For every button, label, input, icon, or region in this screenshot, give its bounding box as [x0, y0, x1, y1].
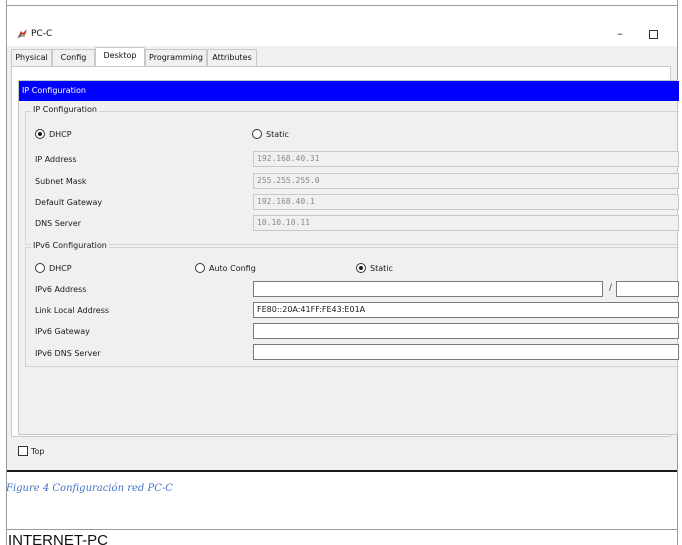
ipv6-group-border-left	[25, 247, 26, 366]
document-divider	[6, 529, 678, 530]
ipv4-dhcp-label: DHCP	[49, 129, 72, 139]
ipv6-dns-server-field[interactable]	[253, 344, 679, 360]
tab-physical[interactable]: Physical	[11, 49, 52, 66]
ip-address-label: IP Address	[35, 155, 77, 164]
tab-config[interactable]: Config	[52, 49, 95, 66]
top-checkbox[interactable]: Top	[18, 446, 45, 456]
ipv4-static-label: Static	[266, 129, 289, 139]
tab-attributes[interactable]: Attributes	[207, 49, 257, 66]
default-gateway-field[interactable]: 192.168.40.1	[253, 194, 679, 210]
ipv6-auto-config-radio[interactable]: Auto Config	[195, 263, 256, 273]
window-bottom-edge	[7, 470, 677, 472]
ip-configuration-panel: IP Configuration IP Configuration DHCP S…	[18, 80, 679, 435]
radio-ipv6-dhcp[interactable]	[35, 263, 45, 273]
ip-address-field[interactable]: 192.168.40.31	[253, 151, 679, 167]
ip-group-border-top	[25, 111, 679, 112]
top-checkbox-label: Top	[31, 446, 45, 456]
ipv6-address-field[interactable]	[253, 281, 603, 297]
ipv6-dns-server-label: IPv6 DNS Server	[35, 349, 101, 358]
ipv4-dhcp-radio[interactable]: DHCP	[35, 129, 72, 139]
default-gateway-label: Default Gateway	[35, 198, 103, 207]
radio-dhcp-selected[interactable]	[35, 129, 45, 139]
ip-configuration-header: IP Configuration	[19, 81, 679, 101]
ipv6-group-label: IPv6 Configuration	[31, 241, 109, 250]
ipv6-gateway-field[interactable]	[253, 323, 679, 339]
ipv6-group-border-top	[25, 247, 679, 248]
ipv6-static-label: Static	[370, 263, 393, 273]
window-title: PC-C	[31, 29, 53, 39]
next-section-heading: INTERNET-PC	[8, 532, 109, 545]
radio-ipv6-auto-config[interactable]	[195, 263, 205, 273]
dns-server-field[interactable]: 10.10.10.11	[253, 215, 679, 231]
ipv6-prefix-separator: /	[609, 283, 613, 293]
ipv6-group-border-bottom	[25, 366, 679, 367]
tab-programming[interactable]: Programming	[145, 49, 207, 66]
tab-desktop[interactable]: Desktop	[95, 47, 145, 67]
top-checkbox-box[interactable]	[18, 446, 28, 456]
ipv6-prefix-length-field[interactable]	[616, 281, 679, 297]
figure-caption: Figure 4 Configuración red PC-C	[6, 483, 173, 494]
link-local-address-label: Link Local Address	[35, 306, 110, 315]
link-local-address-field[interactable]: FE80::20A:41FF:FE43:E01A	[253, 302, 679, 318]
maximize-button[interactable]	[649, 30, 658, 39]
subnet-mask-label: Subnet Mask	[35, 177, 87, 186]
ipv6-gateway-label: IPv6 Gateway	[35, 327, 90, 336]
radio-ipv6-static-selected[interactable]	[356, 263, 366, 273]
ipv6-dhcp-label: DHCP	[49, 263, 72, 273]
dns-server-label: DNS Server	[35, 219, 81, 228]
ipv6-auto-config-label: Auto Config	[209, 263, 256, 273]
packet-tracer-pc-icon	[17, 29, 27, 39]
radio-static[interactable]	[252, 129, 262, 139]
ipv6-dhcp-radio[interactable]: DHCP	[35, 263, 72, 273]
ipv6-address-label: IPv6 Address	[35, 285, 87, 294]
ip-group-label: IP Configuration	[31, 105, 99, 114]
minimize-button[interactable]: –	[613, 28, 627, 42]
ip-group-border-bottom	[25, 244, 679, 245]
ipv6-static-radio[interactable]: Static	[356, 263, 393, 273]
window-titlebar[interactable]: PC-C –	[7, 6, 677, 46]
ipv4-static-radio[interactable]: Static	[252, 129, 289, 139]
ip-group-border-left	[25, 111, 26, 244]
subnet-mask-field[interactable]: 255.255.255.0	[253, 173, 679, 189]
